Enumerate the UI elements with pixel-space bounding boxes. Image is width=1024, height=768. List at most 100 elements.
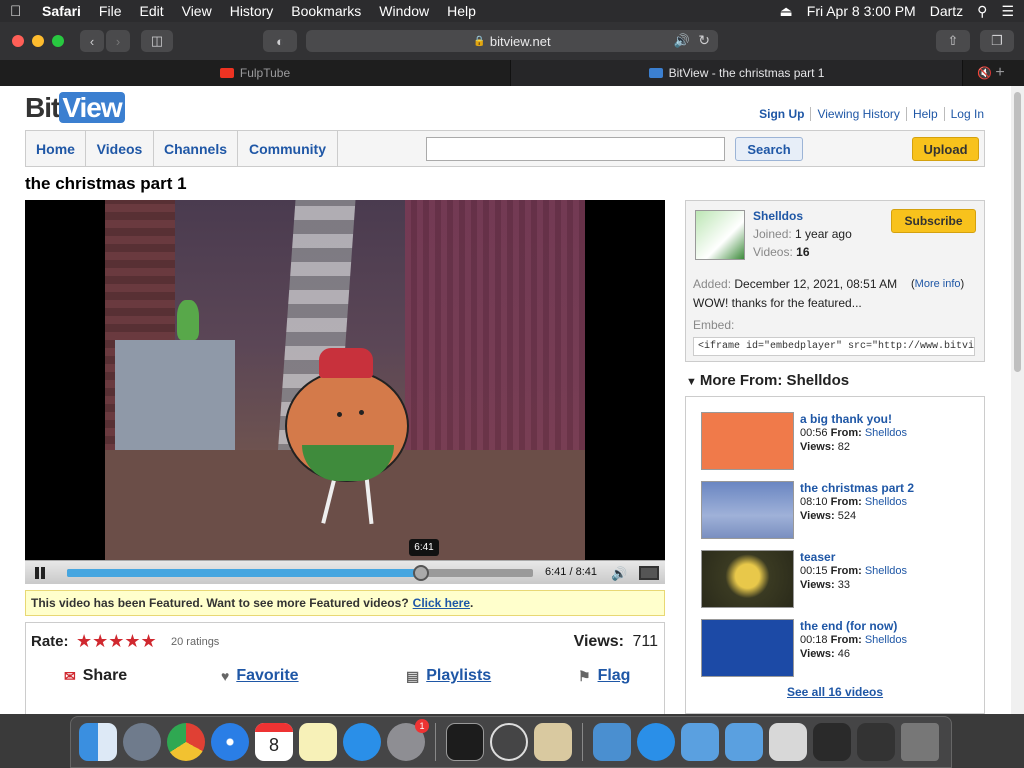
seek-bar[interactable]: [67, 565, 533, 581]
seek-handle[interactable]: [413, 565, 430, 581]
eject-icon[interactable]: ⏏: [780, 3, 793, 20]
subscribe-button[interactable]: Subscribe: [891, 209, 976, 233]
nav-home[interactable]: Home: [26, 131, 86, 166]
channel-link[interactable]: Shelldos: [865, 565, 907, 577]
menu-history[interactable]: History: [230, 3, 274, 19]
sign-up-link[interactable]: Sign Up: [753, 107, 810, 121]
menu-edit[interactable]: Edit: [139, 3, 163, 19]
menu-window[interactable]: Window: [379, 3, 429, 19]
menu-file[interactable]: File: [99, 3, 122, 19]
flag-button[interactable]: ⚑ Flag: [578, 667, 630, 685]
forward-button[interactable]: ›: [106, 30, 130, 52]
folder-icon[interactable]: [725, 723, 763, 761]
more-from-heading[interactable]: ▼ More From: Shelldos: [686, 372, 849, 389]
embed-code-field[interactable]: <iframe id="embedplayer" src="http://www…: [693, 337, 975, 356]
usb-icon[interactable]: [490, 723, 528, 761]
channel-avatar[interactable]: [695, 210, 745, 260]
collapse-triangle-icon[interactable]: ▼: [686, 376, 697, 388]
calculator-icon[interactable]: [534, 723, 572, 761]
control-center-icon[interactable]: ☰: [1001, 3, 1014, 20]
tab-overview-icon[interactable]: ❐: [980, 30, 1014, 52]
list-item[interactable]: a big thank you! 00:56 From: Shelldos Vi…: [701, 412, 981, 472]
log-in-link[interactable]: Log In: [943, 107, 984, 121]
calendar-icon[interactable]: 8: [255, 723, 293, 761]
upload-button[interactable]: Upload: [912, 137, 979, 161]
scrollbar-thumb[interactable]: [1014, 92, 1021, 372]
search-button[interactable]: Search: [735, 137, 803, 161]
channel-link[interactable]: Shelldos: [865, 496, 907, 508]
channel-link[interactable]: Shelldos: [865, 427, 907, 439]
page-scrollbar[interactable]: [1011, 86, 1024, 714]
more-info: (More info): [911, 278, 965, 290]
address-bar[interactable]: 🔒 bitview.net 🔊 ↻: [306, 30, 718, 52]
applications-folder-icon[interactable]: [637, 723, 675, 761]
menu-bookmarks[interactable]: Bookmarks: [291, 3, 361, 19]
trash-icon[interactable]: [901, 723, 939, 761]
launchpad-icon[interactable]: [123, 723, 161, 761]
help-link[interactable]: Help: [905, 107, 944, 121]
downloads-folder-icon[interactable]: [593, 723, 631, 761]
featured-link[interactable]: Click here: [413, 596, 470, 610]
video-link[interactable]: teaser: [800, 550, 835, 564]
app-store-icon[interactable]: [343, 723, 381, 761]
see-all-videos-link[interactable]: See all 16 videos: [787, 685, 883, 699]
system-preferences-icon[interactable]: 1: [387, 719, 429, 761]
spotlight-search-icon[interactable]: ⚲: [977, 3, 987, 20]
video-link[interactable]: the christmas part 2: [800, 481, 914, 495]
nav-videos[interactable]: Videos: [86, 131, 154, 166]
menu-view[interactable]: View: [182, 3, 212, 19]
channel-link[interactable]: Shelldos: [865, 634, 907, 646]
minimize-window-button[interactable]: [32, 35, 44, 47]
screenshot-icon[interactable]: [813, 723, 851, 761]
notes-icon[interactable]: [299, 723, 337, 761]
favorite-button[interactable]: ♥ Favorite: [221, 667, 299, 685]
more-info-link[interactable]: More info: [915, 278, 961, 290]
user-menu[interactable]: Dartz: [930, 3, 963, 19]
sidebar-toggle-icon[interactable]: ◫: [141, 30, 173, 52]
chrome-icon[interactable]: [167, 723, 205, 761]
video-player[interactable]: [25, 200, 665, 560]
volume-icon[interactable]: 🔊: [611, 566, 629, 581]
star-rating[interactable]: ★★★★★: [76, 631, 157, 652]
shield-icon[interactable]: ◐: [263, 30, 297, 52]
apple-menu-icon[interactable]: : [10, 3, 30, 20]
screenshot-icon[interactable]: [857, 723, 895, 761]
zoom-window-button[interactable]: [52, 35, 64, 47]
menu-help[interactable]: Help: [447, 3, 476, 19]
safari-icon[interactable]: [211, 723, 249, 761]
finder-icon[interactable]: [79, 723, 117, 761]
search-input[interactable]: [426, 137, 725, 161]
tab-fulptube[interactable]: FulpTube: [0, 60, 511, 86]
video-link[interactable]: the end (for now): [800, 619, 897, 633]
video-thumbnail[interactable]: [701, 481, 794, 539]
list-item[interactable]: the christmas part 2 08:10 From: Shelldo…: [701, 481, 981, 541]
list-item[interactable]: teaser 00:15 From: Shelldos Views: 33: [701, 550, 981, 610]
viewing-history-link[interactable]: Viewing History: [810, 107, 905, 121]
bitview-logo[interactable]: Bit View: [25, 92, 125, 124]
reload-icon[interactable]: ↻: [698, 32, 710, 49]
list-item[interactable]: the end (for now) 00:18 From: Shelldos V…: [701, 619, 981, 679]
nav-community[interactable]: Community: [238, 131, 338, 166]
playlists-button[interactable]: ▤ Playlists: [406, 667, 491, 685]
widescreen-toggle-icon[interactable]: [639, 566, 659, 580]
video-link[interactable]: a big thank you!: [800, 412, 892, 426]
tab-audio-icon[interactable]: 🔇: [977, 66, 992, 80]
close-window-button[interactable]: [12, 35, 24, 47]
app-menu[interactable]: Safari: [42, 3, 81, 19]
channel-name-link[interactable]: Shelldos: [753, 209, 803, 223]
folder-icon[interactable]: [681, 723, 719, 761]
video-thumbnail[interactable]: [701, 412, 794, 470]
back-button[interactable]: ‹: [80, 30, 104, 52]
audio-playing-icon[interactable]: 🔊: [674, 33, 690, 49]
clock[interactable]: Fri Apr 8 3:00 PM: [807, 3, 916, 19]
nav-channels[interactable]: Channels: [154, 131, 238, 166]
console-icon[interactable]: [446, 723, 484, 761]
pause-icon[interactable]: [33, 566, 47, 580]
share-button[interactable]: ✉ Share: [64, 667, 127, 685]
video-thumbnail[interactable]: [701, 619, 794, 677]
tab-bitview[interactable]: BitView - the christmas part 1 🔇: [511, 60, 992, 86]
window-controls: [12, 35, 64, 47]
home-folder-icon[interactable]: [769, 723, 807, 761]
video-thumbnail[interactable]: [701, 550, 794, 608]
share-icon[interactable]: ⇧: [936, 30, 970, 52]
